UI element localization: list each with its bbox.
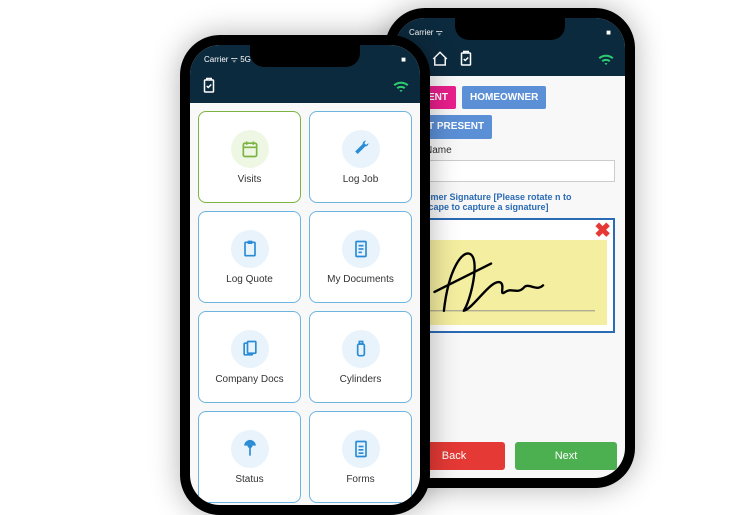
signature-pad[interactable] — [413, 240, 607, 325]
clipboard-icon — [231, 230, 269, 268]
tile-label: Visits — [238, 174, 262, 185]
screen: Carrier ᯤ 5G 8:44 PM ■ VisitsLog JobLog … — [190, 45, 420, 505]
name-label: mer Name — [405, 145, 615, 156]
clipboard-icon[interactable] — [457, 50, 475, 73]
tile-log-job[interactable]: Log Job — [309, 111, 412, 203]
tile-my-documents[interactable]: My Documents — [309, 211, 412, 303]
tile-label: Status — [235, 474, 263, 485]
docs-icon — [231, 330, 269, 368]
phone-menu: Carrier ᯤ 5G 8:44 PM ■ VisitsLog JobLog … — [180, 35, 430, 515]
carrier: Carrier ᯤ 5G — [204, 54, 251, 65]
wrench-icon — [342, 130, 380, 168]
tile-forms[interactable]: Forms — [309, 411, 412, 503]
tile-label: My Documents — [327, 274, 394, 285]
tile-label: Log Quote — [226, 274, 273, 285]
notch — [455, 18, 565, 40]
next-button[interactable]: Next — [515, 442, 617, 470]
tile-visits[interactable]: Visits — [198, 111, 301, 203]
clipboard-icon[interactable] — [200, 77, 218, 100]
calendar-icon — [231, 130, 269, 168]
signature-box: ✖ — [405, 218, 615, 333]
home-icon[interactable] — [431, 50, 449, 73]
antenna-icon — [231, 430, 269, 468]
tile-status[interactable]: Status — [198, 411, 301, 503]
cylinder-icon — [342, 330, 380, 368]
signature-hint: Customer Signature [Please rotate n to l… — [405, 192, 615, 212]
battery-icon: ■ — [401, 55, 406, 64]
name-input[interactable] — [405, 160, 615, 182]
role-tags-2: NOT PRESENT — [405, 115, 615, 139]
tile-log-quote[interactable]: Log Quote — [198, 211, 301, 303]
tile-label: Forms — [346, 474, 374, 485]
document-icon — [342, 230, 380, 268]
wifi-icon — [597, 50, 615, 73]
button-row: Back Next — [403, 442, 617, 470]
tile-label: Cylinders — [340, 374, 382, 385]
tile-label: Company Docs — [215, 374, 283, 385]
tile-company-docs[interactable]: Company Docs — [198, 311, 301, 403]
menu-grid: Visits Log Job Log Quote My Documents Compan… — [190, 103, 420, 505]
wifi-icon — [392, 77, 410, 100]
carrier: Carrier ᯤ — [409, 27, 443, 38]
tile-label: Log Job — [343, 174, 379, 185]
battery-icon: ■ — [606, 28, 611, 37]
tag-homeowner[interactable]: HOMEOWNER — [462, 86, 546, 109]
notch — [250, 45, 360, 67]
form-icon — [342, 430, 380, 468]
app-header — [190, 73, 420, 103]
tile-cylinders[interactable]: Cylinders — [309, 311, 412, 403]
role-tags: AGENT HOMEOWNER — [405, 86, 615, 109]
